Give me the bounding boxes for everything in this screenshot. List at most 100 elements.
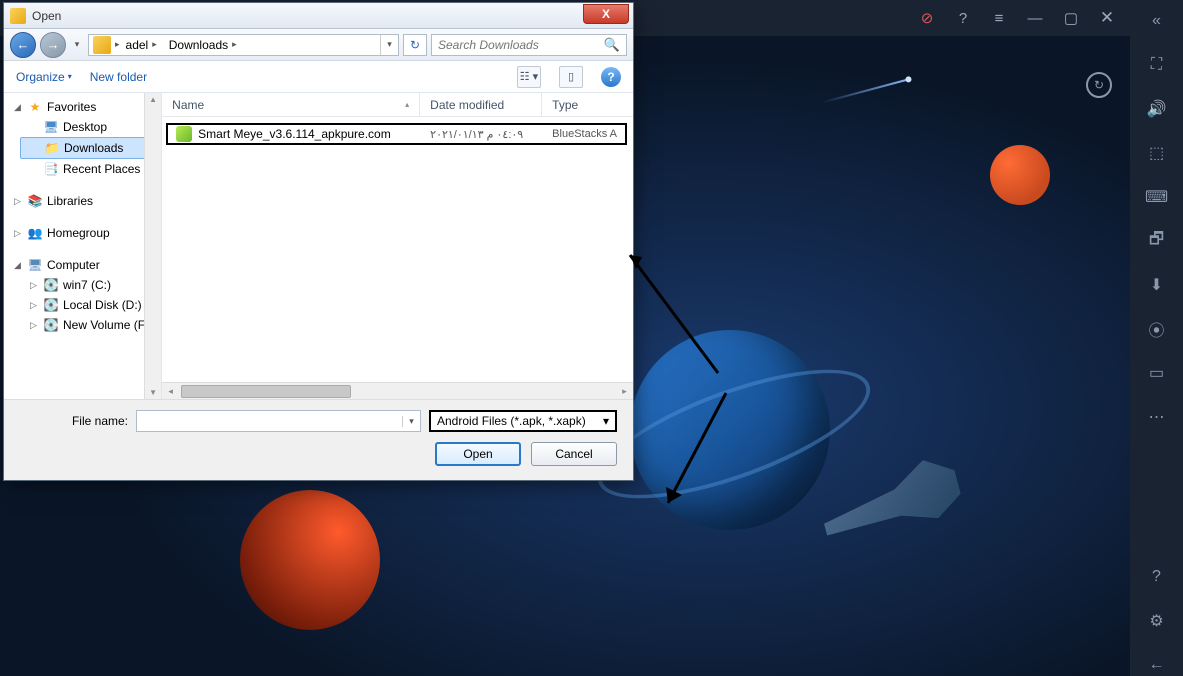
help-sidebar-icon[interactable]: ? (1146, 566, 1168, 588)
horizontal-scrollbar[interactable]: ◂ ▸ (162, 382, 633, 399)
file-list: Name ▴ Date modified Type Smart Meye_v3.… (162, 93, 633, 399)
dialog-title: Open (32, 9, 583, 23)
open-file-dialog: Open X ← → ▾ ▸ adel▸ Downloads▸ ▾ ↻ 🔍 Or… (3, 2, 634, 481)
column-name[interactable]: Name ▴ (162, 93, 420, 116)
pointer-icon[interactable]: ⬚ (1146, 142, 1168, 164)
planet-decor (990, 145, 1050, 205)
tree-drive-d[interactable]: ▷ 💽 Local Disk (D:) (20, 295, 161, 315)
tree-drive-f[interactable]: ▷ 💽 New Volume (F:) (20, 315, 161, 335)
column-date[interactable]: Date modified (420, 93, 542, 116)
view-mode-button[interactable]: ☷ ▾ (517, 66, 541, 88)
column-type[interactable]: Type (542, 93, 633, 116)
recent-icon: 📑 (43, 161, 59, 177)
breadcrumb-segment: adel▸ (120, 38, 163, 52)
folder-tree: ◢ ★ Favorites 🖥 Desktop 📁 Downloads (4, 93, 162, 399)
search-box[interactable]: 🔍 (431, 34, 627, 56)
back-icon[interactable]: ← (1146, 654, 1168, 676)
search-icon[interactable]: 🔍 (604, 37, 620, 53)
maximize-icon[interactable]: ▢ (1062, 9, 1080, 27)
filename-label: File name: (20, 414, 128, 428)
camera-icon[interactable]: ⦿ (1146, 318, 1168, 340)
filename-input[interactable] (137, 414, 402, 428)
menu-icon[interactable]: ≡ (990, 9, 1008, 27)
comet-decor (821, 78, 908, 103)
expand-icon[interactable]: ▷ (28, 280, 39, 291)
libraries-icon: 📚 (27, 193, 43, 209)
breadcrumb-segment: Downloads▸ (163, 38, 243, 52)
open-button[interactable]: Open (435, 442, 521, 466)
collapse-icon[interactable]: ◢ (12, 260, 23, 271)
search-input[interactable] (438, 38, 604, 52)
help-icon[interactable]: ? (954, 9, 972, 27)
spaceship-decor (815, 453, 966, 547)
file-date: ٠٤:٠٩ م ٢٠٢١/٠١/١٣ (422, 128, 544, 141)
planet-decor (240, 490, 380, 630)
chevron-right-icon[interactable]: ▸ (152, 39, 157, 50)
planet-decor (630, 330, 830, 530)
close-icon[interactable]: ✕ (1098, 9, 1116, 27)
homegroup-icon: 👥 (27, 225, 43, 241)
drive-icon: 💽 (43, 277, 59, 293)
volume-icon[interactable]: 🔊 (1146, 98, 1168, 120)
tree-drive-c[interactable]: ▷ 💽 win7 (C:) (20, 275, 161, 295)
drive-icon: 💽 (43, 317, 59, 333)
folder-icon: 📁 (44, 140, 60, 156)
more-icon[interactable]: ⋯ (1146, 406, 1168, 428)
preview-pane-button[interactable]: ▯ (559, 66, 583, 88)
dialog-navbar: ← → ▾ ▸ adel▸ Downloads▸ ▾ ↻ 🔍 (4, 29, 633, 61)
new-folder-button[interactable]: New folder (90, 70, 147, 84)
nav-forward-button[interactable]: → (40, 32, 66, 58)
organize-menu[interactable]: Organize▾ (16, 70, 72, 84)
file-row[interactable]: Smart Meye_v3.6.114_apkpure.com ٠٤:٠٩ م … (166, 123, 627, 145)
computer-icon: 🖥 (27, 257, 43, 273)
fullscreen-icon[interactable]: ⛶ (1146, 54, 1168, 76)
chevron-down-icon: ▾ (603, 414, 609, 428)
tree-downloads[interactable]: 📁 Downloads (20, 137, 161, 159)
tree-recent[interactable]: 📑 Recent Places (20, 159, 161, 179)
multi-instance-icon[interactable]: 🗗 (1146, 230, 1168, 252)
file-type: BlueStacks A (544, 128, 625, 140)
star-icon: ★ (27, 99, 43, 115)
cancel-button[interactable]: Cancel (531, 442, 617, 466)
dialog-footer: File name: ▾ Android Files (*.apk, *.xap… (4, 399, 633, 480)
file-name: Smart Meye_v3.6.114_apkpure.com (198, 127, 391, 141)
nav-back-button[interactable]: ← (10, 32, 36, 58)
keyboard-icon[interactable]: ⌨ (1146, 186, 1168, 208)
desktop-icon: 🖥 (43, 119, 59, 135)
expand-icon[interactable]: ▷ (12, 228, 23, 239)
tree-desktop[interactable]: 🖥 Desktop (20, 117, 161, 137)
alert-icon[interactable]: ⊘ (918, 9, 936, 27)
tree-scrollbar[interactable] (144, 93, 161, 399)
nav-history-dropdown[interactable]: ▾ (70, 39, 84, 50)
tree-favorites[interactable]: ◢ ★ Favorites (4, 97, 161, 117)
expand-icon[interactable]: ▷ (28, 300, 39, 311)
history-icon[interactable]: ↻ (1086, 72, 1112, 98)
filename-dropdown[interactable]: ▾ (402, 416, 420, 427)
tree-libraries[interactable]: ▷ 📚 Libraries (4, 191, 161, 211)
dialog-title-icon (10, 8, 26, 24)
drive-icon: 💽 (43, 297, 59, 313)
filename-input-wrapper: ▾ (136, 410, 421, 432)
dialog-close-button[interactable]: X (583, 4, 629, 24)
dialog-toolbar: Organize▾ New folder ☷ ▾ ▯ ? (4, 61, 633, 93)
tree-computer[interactable]: ◢ 🖥 Computer (4, 255, 161, 275)
collapse-icon[interactable]: « (1146, 10, 1168, 32)
tree-homegroup[interactable]: ▷ 👥 Homegroup (4, 223, 161, 243)
settings-icon[interactable]: ⚙ (1146, 610, 1168, 632)
breadcrumb[interactable]: ▸ adel▸ Downloads▸ ▾ (88, 34, 399, 56)
bluestacks-sidebar: « ⛶ 🔊 ⬚ ⌨ 🗗 ⬇ ⦿ ▭ ⋯ ? ⚙ ← (1130, 0, 1183, 676)
expand-icon[interactable]: ▷ (12, 196, 23, 207)
file-list-header: Name ▴ Date modified Type (162, 93, 633, 117)
file-type-filter[interactable]: Android Files (*.apk, *.xapk) ▾ (429, 410, 617, 432)
help-button[interactable]: ? (601, 67, 621, 87)
apk-icon[interactable]: ⬇ (1146, 274, 1168, 296)
minimize-icon[interactable]: — (1026, 9, 1044, 27)
record-icon[interactable]: ▭ (1146, 362, 1168, 384)
breadcrumb-dropdown[interactable]: ▾ (380, 35, 398, 55)
chevron-right-icon[interactable]: ▸ (232, 39, 237, 50)
refresh-button[interactable]: ↻ (403, 34, 427, 56)
expand-icon[interactable]: ▷ (28, 320, 39, 331)
sort-indicator-icon: ▴ (405, 100, 409, 109)
collapse-icon[interactable]: ◢ (12, 102, 23, 113)
dialog-titlebar[interactable]: Open X (4, 3, 633, 29)
